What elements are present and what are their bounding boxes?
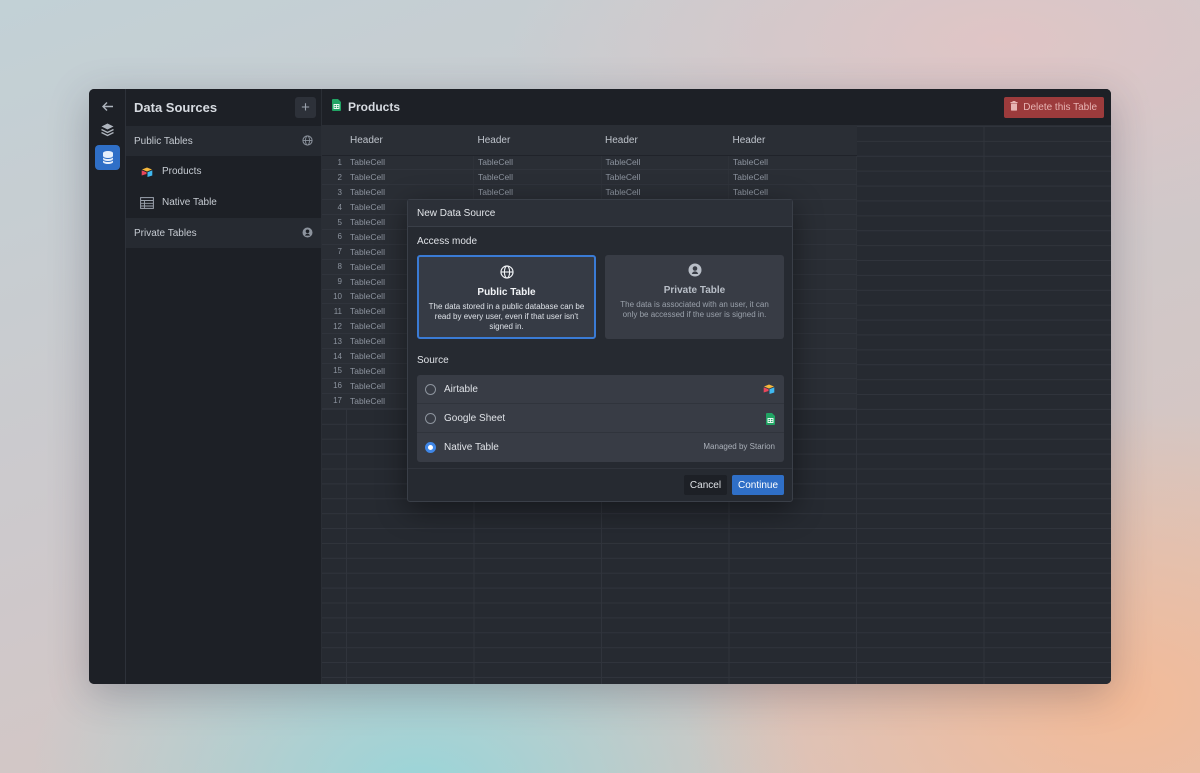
radio-unchecked[interactable]: [425, 412, 436, 424]
sidebar-item-label: Native Table: [162, 197, 217, 208]
public-table-card[interactable]: Public Table The data stored in a public…: [417, 255, 596, 339]
table-cell[interactable]: TableCell: [601, 184, 729, 201]
source-option-native-table[interactable]: Native Table Managed by Starion: [417, 433, 784, 462]
table-cell[interactable]: TableCell: [346, 155, 474, 171]
radio-unchecked[interactable]: [425, 383, 436, 395]
row-index: 7: [322, 244, 346, 260]
public-tables-label: Public Tables: [134, 135, 193, 147]
row-index: 1: [322, 155, 346, 171]
public-tables-section[interactable]: Public Tables: [126, 126, 321, 156]
row-index: 5: [322, 214, 346, 230]
row-index: 8: [322, 259, 346, 275]
column-header[interactable]: Header: [473, 126, 601, 156]
source-options: Airtable Google Sheet Native Table Manag…: [417, 375, 784, 462]
globe-icon: [419, 265, 594, 280]
user-lock-icon: [302, 227, 313, 241]
source-option-label: Airtable: [444, 383, 478, 395]
airtable-icon: [763, 384, 775, 396]
table-icon: [140, 196, 154, 209]
access-mode-label: Access mode: [417, 236, 478, 247]
row-index: 9: [322, 274, 346, 290]
row-index: 10: [322, 289, 346, 305]
row-index: 13: [322, 333, 346, 350]
table-cell[interactable]: TableCell: [473, 155, 602, 171]
back-arrow-icon[interactable]: [95, 94, 120, 119]
main-header: Products Delete this Table: [322, 89, 1111, 126]
row-index: 2: [322, 169, 346, 186]
row-index: 15: [322, 363, 346, 379]
user-lock-icon: [605, 263, 784, 278]
delete-table-button[interactable]: Delete this Table: [1004, 97, 1104, 118]
column-header[interactable]: Header: [346, 126, 474, 156]
source-option-airtable[interactable]: Airtable: [417, 375, 784, 404]
radio-checked[interactable]: [425, 442, 436, 453]
database-icon[interactable]: [95, 145, 120, 170]
cancel-button[interactable]: Cancel: [684, 475, 727, 495]
source-option-google-sheet[interactable]: Google Sheet: [417, 404, 784, 433]
row-index: 12: [322, 318, 346, 335]
source-option-label: Google Sheet: [444, 412, 506, 424]
table-cell[interactable]: TableCell: [728, 184, 857, 201]
row-index: 16: [322, 378, 346, 394]
column-header[interactable]: Header: [601, 126, 729, 156]
google-sheet-icon: [766, 413, 775, 427]
add-data-source-button[interactable]: +: [295, 97, 316, 118]
sidebar-item-label: Products: [162, 166, 202, 177]
table-cell[interactable]: TableCell: [346, 169, 474, 186]
table-cell[interactable]: TableCell: [473, 184, 602, 201]
continue-button[interactable]: Continue: [732, 475, 784, 495]
table-cell[interactable]: TableCell: [601, 169, 729, 186]
row-index: 14: [322, 348, 346, 364]
row-index: 6: [322, 229, 346, 245]
new-data-source-dialog: New Data Source Access mode Public Table…: [407, 199, 793, 502]
table-row: 2 TableCell TableCell TableCell TableCell: [322, 169, 857, 186]
table-row: 3 TableCell TableCell TableCell TableCell: [322, 184, 857, 201]
private-tables-label: Private Tables: [134, 227, 197, 239]
table-cell[interactable]: TableCell: [601, 155, 729, 171]
layers-icon[interactable]: [95, 117, 120, 142]
table-cell[interactable]: TableCell: [473, 169, 602, 186]
table-cell[interactable]: TableCell: [728, 169, 857, 186]
row-index: 3: [322, 184, 346, 201]
airtable-icon: [140, 166, 154, 178]
google-sheet-icon: [332, 98, 341, 116]
sidebar-header: Data Sources +: [126, 89, 321, 126]
globe-icon: [302, 135, 313, 149]
page-title: Products: [348, 100, 401, 114]
row-index: 17: [322, 393, 346, 409]
trash-icon: [1010, 101, 1018, 114]
dialog-footer: Cancel Continue: [408, 468, 792, 501]
public-card-title: Public Table: [477, 287, 536, 298]
sidebar-title: Data Sources: [134, 100, 218, 115]
row-index: 4: [322, 199, 346, 216]
dialog-title: New Data Source: [408, 200, 792, 227]
source-option-label: Native Table: [444, 442, 499, 453]
private-card-description: The data is associated with an user, it …: [620, 300, 769, 319]
left-rail: [89, 89, 126, 684]
delete-table-label: Delete this Table: [1023, 102, 1097, 113]
source-label: Source: [417, 355, 449, 366]
row-index: 11: [322, 303, 346, 320]
public-card-description: The data stored in a public database can…: [428, 302, 585, 331]
row-index-header: [322, 126, 346, 156]
column-header[interactable]: Header: [728, 126, 856, 156]
table-header-row: Header Header Header Header: [322, 126, 856, 156]
private-tables-section[interactable]: Private Tables: [126, 218, 321, 248]
sidebar-item-native-table[interactable]: Native Table: [126, 187, 321, 218]
sidebar: Data Sources + Public Tables Products Na…: [126, 89, 322, 684]
private-card-title: Private Table: [663, 285, 726, 296]
managed-by-note: Managed by Starion: [703, 442, 775, 451]
table-row: 1 TableCell TableCell TableCell TableCell: [322, 155, 857, 171]
sidebar-item-products[interactable]: Products: [126, 156, 321, 187]
table-cell[interactable]: TableCell: [346, 184, 474, 201]
private-table-card[interactable]: Private Table The data is associated wit…: [605, 255, 784, 339]
table-cell[interactable]: TableCell: [728, 155, 857, 171]
